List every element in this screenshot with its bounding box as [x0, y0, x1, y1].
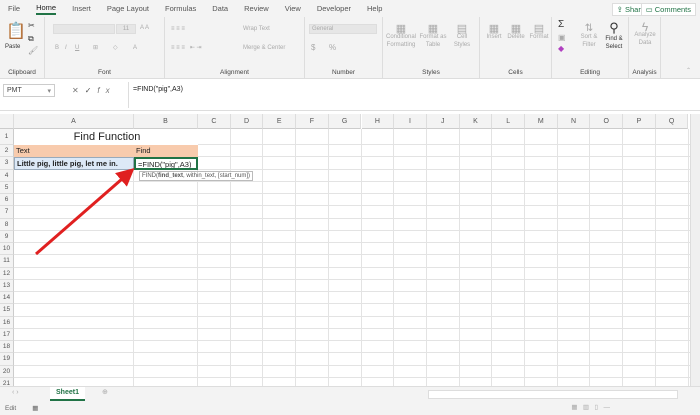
- horizontal-scrollbar[interactable]: [428, 390, 678, 399]
- status-mode: Edit: [5, 405, 17, 412]
- add-sheet-button[interactable]: ⊕: [102, 388, 108, 396]
- macro-record-icon[interactable]: ▦: [32, 405, 38, 412]
- red-arrow-annotation: [35, 168, 135, 256]
- sheet-nav-arrows[interactable]: ‹ ›: [12, 389, 19, 396]
- sheet-tab-bar: ‹ › Sheet1 ⊕: [0, 386, 700, 401]
- status-bar: Edit ▦ ▦ ▥ ▯ —: [0, 401, 700, 415]
- sheet-tab-sheet1[interactable]: Sheet1: [50, 387, 85, 401]
- view-buttons[interactable]: ▦ ▥ ▯ —: [571, 403, 610, 411]
